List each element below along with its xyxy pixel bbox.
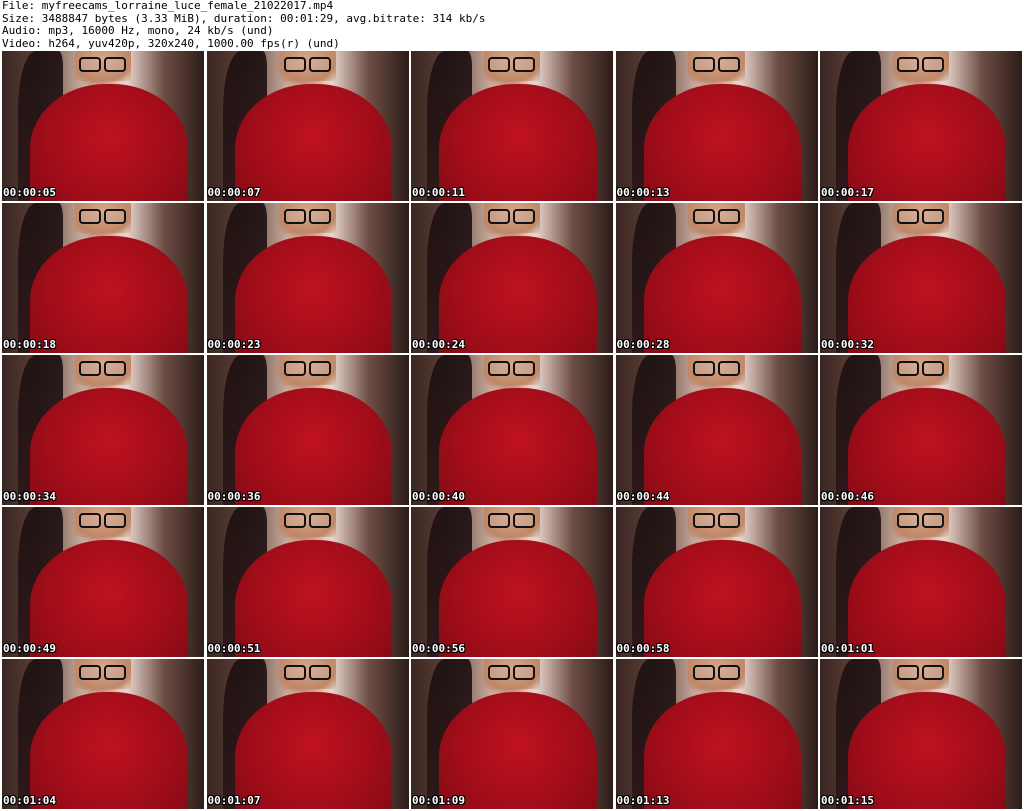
thumbnail[interactable]: 00:01:04 <box>2 659 204 809</box>
glasses-shape <box>73 665 134 680</box>
timestamp-label: 00:01:04 <box>3 794 56 807</box>
glasses-shape <box>73 361 134 376</box>
thumbnail[interactable]: 00:00:58 <box>615 507 818 657</box>
thumbnail[interactable]: 00:00:56 <box>411 507 613 657</box>
timestamp-label: 00:00:36 <box>207 490 261 503</box>
thumbnail[interactable]: 00:00:51 <box>206 507 409 657</box>
thumbnail[interactable]: 00:01:09 <box>411 659 613 809</box>
thumbnail[interactable]: 00:00:11 <box>411 51 613 201</box>
timestamp-label: 00:00:18 <box>3 338 56 351</box>
thumbnail[interactable]: 00:01:13 <box>615 659 818 809</box>
glasses-shape <box>891 665 952 680</box>
thumbnail[interactable]: 00:00:18 <box>2 203 204 353</box>
glasses-shape <box>277 513 338 528</box>
glasses-shape <box>686 57 747 72</box>
thumbnail[interactable]: 00:00:28 <box>615 203 818 353</box>
timestamp-label: 00:00:05 <box>3 186 56 199</box>
thumbnail[interactable]: 00:00:24 <box>411 203 613 353</box>
timestamp-label: 00:00:40 <box>412 490 465 503</box>
timestamp-label: 00:00:44 <box>616 490 670 503</box>
timestamp-label: 00:00:56 <box>412 642 465 655</box>
glasses-shape <box>482 209 543 224</box>
glasses-shape <box>891 57 952 72</box>
thumbnail[interactable]: 00:00:17 <box>820 51 1022 201</box>
audio-line: Audio: mp3, 16000 Hz, mono, 24 kb/s (und… <box>2 24 274 37</box>
thumbnail[interactable]: 00:00:23 <box>206 203 409 353</box>
glasses-shape <box>277 57 338 72</box>
timestamp-label: 00:00:23 <box>207 338 261 351</box>
timestamp-label: 00:00:34 <box>3 490 56 503</box>
timestamp-label: 00:01:09 <box>412 794 465 807</box>
timestamp-label: 00:00:46 <box>821 490 874 503</box>
timestamp-label: 00:00:49 <box>3 642 56 655</box>
timestamp-label: 00:00:32 <box>821 338 874 351</box>
timestamp-label: 00:00:58 <box>616 642 670 655</box>
thumbnail[interactable]: 00:00:34 <box>2 355 204 505</box>
file-info-header: File: myfreecams_lorraine_luce_female_21… <box>2 0 485 50</box>
video-line: Video: h264, yuv420p, 320x240, 1000.00 f… <box>2 36 340 50</box>
glasses-shape <box>891 209 952 224</box>
timestamp-label: 00:00:51 <box>207 642 261 655</box>
thumbnail[interactable]: 00:01:07 <box>206 659 409 809</box>
timestamp-label: 00:01:07 <box>207 794 261 807</box>
timestamp-label: 00:00:11 <box>412 186 465 199</box>
glasses-shape <box>277 209 338 224</box>
glasses-shape <box>891 513 952 528</box>
timestamp-label: 00:00:17 <box>821 186 874 199</box>
glasses-shape <box>73 513 134 528</box>
thumbnail[interactable]: 00:00:07 <box>206 51 409 201</box>
thumbnail-grid: 00:00:05 00:00:07 00:00:11 00:00:13 00:0… <box>2 51 1022 811</box>
glasses-shape <box>891 361 952 376</box>
thumbnail[interactable]: 00:01:01 <box>820 507 1022 657</box>
thumbnail[interactable]: 00:00:44 <box>615 355 818 505</box>
thumbnail[interactable]: 00:00:49 <box>2 507 204 657</box>
thumbnail[interactable]: 00:00:36 <box>206 355 409 505</box>
timestamp-label: 00:00:24 <box>412 338 465 351</box>
glasses-shape <box>482 57 543 72</box>
timestamp-label: 00:00:13 <box>616 186 670 199</box>
thumbnail[interactable]: 00:00:46 <box>820 355 1022 505</box>
glasses-shape <box>686 209 747 224</box>
timestamp-label: 00:01:13 <box>616 794 670 807</box>
timestamp-label: 00:01:15 <box>821 794 874 807</box>
glasses-shape <box>482 513 543 528</box>
glasses-shape <box>482 361 543 376</box>
timestamp-label: 00:01:01 <box>821 642 874 655</box>
file-name-line: File: myfreecams_lorraine_luce_female_21… <box>2 0 334 12</box>
thumbnail[interactable]: 00:00:32 <box>820 203 1022 353</box>
timestamp-label: 00:00:28 <box>616 338 670 351</box>
timestamp-label: 00:00:07 <box>207 186 261 199</box>
glasses-shape <box>686 513 747 528</box>
thumbnail[interactable]: 00:00:13 <box>615 51 818 201</box>
glasses-shape <box>686 665 747 680</box>
glasses-shape <box>277 665 338 680</box>
thumbnail[interactable]: 00:00:40 <box>411 355 613 505</box>
glasses-shape <box>686 361 747 376</box>
glasses-shape <box>482 665 543 680</box>
thumbnail[interactable]: 00:01:15 <box>820 659 1022 809</box>
glasses-shape <box>277 361 338 376</box>
glasses-shape <box>73 209 134 224</box>
glasses-shape <box>73 57 134 72</box>
thumbnail[interactable]: 00:00:05 <box>2 51 204 201</box>
